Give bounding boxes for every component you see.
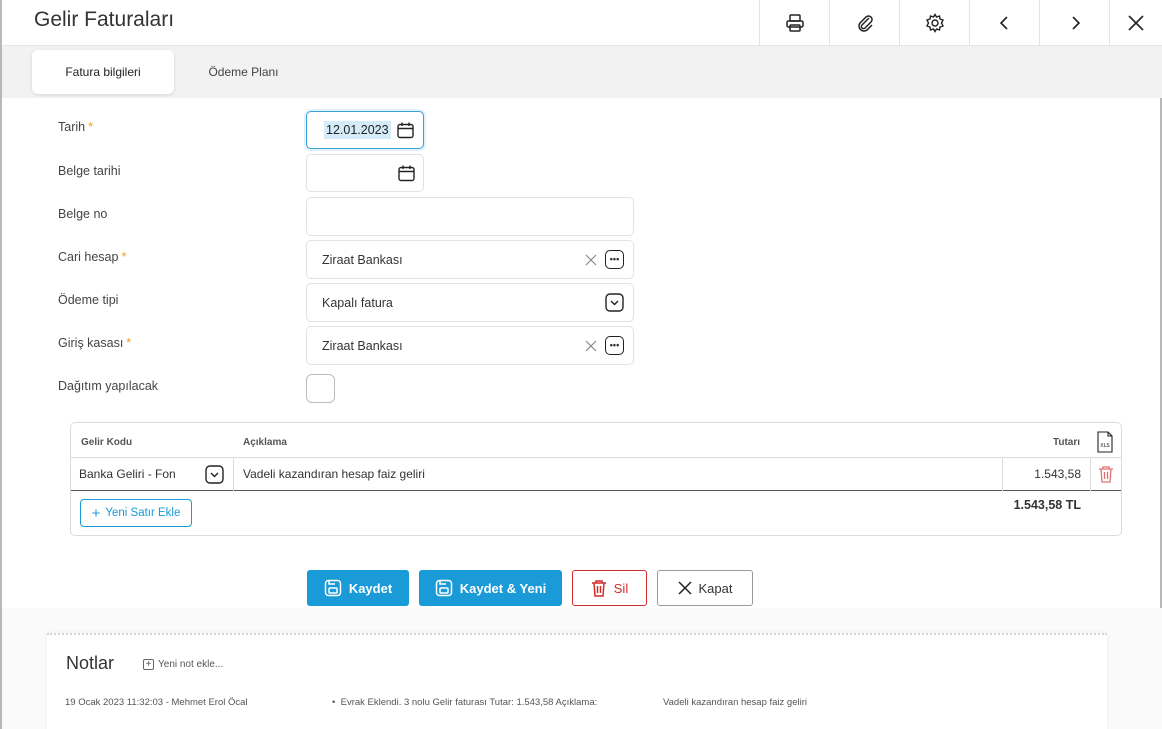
clear-icon[interactable] bbox=[585, 254, 597, 266]
plus-icon: + bbox=[91, 504, 101, 522]
tarih-date-field[interactable]: 12.01.2023 bbox=[306, 111, 424, 149]
gear-icon bbox=[925, 13, 944, 33]
note-text: • Evrak Eklendi. 3 nolu Gelir faturası T… bbox=[332, 697, 598, 708]
close-window-button[interactable] bbox=[1109, 0, 1162, 46]
belge-tarihi-label: Belge tarihi bbox=[58, 164, 121, 178]
grid-total: 1.543,58 TL bbox=[1013, 498, 1081, 512]
note-detail: Vadeli kazandıran hesap faiz geliri bbox=[663, 697, 807, 708]
settings-button[interactable] bbox=[899, 0, 969, 46]
giris-kasasi-field[interactable]: Ziraat Bankası ••• bbox=[306, 326, 634, 365]
chevron-down-icon[interactable] bbox=[605, 293, 624, 312]
row-tutari[interactable]: 1.543,58 bbox=[1011, 458, 1081, 490]
save-icon bbox=[435, 579, 453, 597]
column-header-tutari[interactable]: Tutarı bbox=[1053, 437, 1080, 448]
next-button[interactable] bbox=[1039, 0, 1109, 46]
print-button[interactable] bbox=[759, 0, 829, 46]
chevron-left-icon bbox=[999, 16, 1008, 30]
plus-box-icon: + bbox=[143, 659, 154, 670]
notes-panel: Notlar + Yeni not ekle... 19 Ocak 2023 1… bbox=[47, 633, 1107, 729]
tab-bar: Fatura bilgileri Ödeme Planı bbox=[2, 46, 1162, 98]
note-meta: 19 Ocak 2023 11:32:03 - Mehmet Erol Öcal bbox=[65, 697, 248, 708]
trash-icon[interactable] bbox=[1098, 465, 1114, 483]
cari-hesap-field[interactable]: Ziraat Bankası ••• bbox=[306, 240, 634, 279]
required-mark: * bbox=[121, 250, 127, 264]
paperclip-icon bbox=[857, 15, 873, 32]
more-options-icon[interactable]: ••• bbox=[605, 250, 624, 269]
close-icon bbox=[1128, 15, 1144, 31]
calendar-icon[interactable] bbox=[396, 121, 415, 140]
odeme-tipi-value: Kapalı fatura bbox=[322, 296, 393, 310]
dagitim-label: Dağıtım yapılacak bbox=[58, 379, 159, 393]
odeme-tipi-label: Ödeme tipi bbox=[58, 293, 119, 307]
clear-icon[interactable] bbox=[585, 340, 597, 352]
cari-hesap-label: Cari hesap * bbox=[58, 250, 127, 264]
delete-button[interactable]: Sil bbox=[572, 570, 647, 606]
required-mark: * bbox=[88, 120, 93, 134]
svg-text:XLS: XLS bbox=[1100, 443, 1109, 449]
giris-kasasi-value: Ziraat Bankası bbox=[322, 339, 403, 353]
belge-no-label: Belge no bbox=[58, 207, 108, 221]
chevron-right-icon bbox=[1071, 16, 1080, 30]
trash-icon bbox=[591, 580, 606, 597]
column-header-aciklama[interactable]: Açıklama bbox=[243, 437, 287, 448]
printer-icon bbox=[785, 14, 804, 32]
window-title: Gelir Faturaları bbox=[34, 8, 175, 31]
tab-odeme-plani[interactable]: Ödeme Planı bbox=[186, 50, 301, 94]
bullet: • bbox=[332, 697, 341, 708]
previous-button[interactable] bbox=[969, 0, 1039, 46]
required-mark: * bbox=[126, 336, 132, 350]
row-aciklama[interactable]: Vadeli kazandıran hesap faiz geliri bbox=[243, 458, 943, 490]
belge-no-field[interactable] bbox=[306, 197, 634, 236]
xls-export-icon[interactable]: XLS bbox=[1097, 431, 1113, 453]
window-frame: Gelir Faturaları Fatura bilgileri Ödeme … bbox=[0, 0, 1162, 729]
chevron-down-icon[interactable] bbox=[205, 465, 224, 484]
save-button[interactable]: Kaydet bbox=[307, 570, 409, 606]
cari-hesap-value: Ziraat Bankası bbox=[322, 253, 403, 267]
belge-tarihi-date-field[interactable] bbox=[306, 154, 424, 192]
tab-fatura-bilgileri[interactable]: Fatura bilgileri bbox=[32, 50, 174, 94]
add-note-button[interactable]: + Yeni not ekle... bbox=[143, 659, 223, 670]
income-lines-grid: Gelir Kodu Açıklama Tutarı XLS Banka Gel… bbox=[70, 422, 1122, 536]
title-bar: Gelir Faturaları bbox=[2, 0, 1162, 46]
save-icon bbox=[324, 579, 342, 597]
row-gelir-kodu[interactable]: Banka Geliri - Fon bbox=[79, 458, 204, 490]
tarih-label: Tarih * bbox=[58, 120, 93, 134]
column-header-gelir-kodu[interactable]: Gelir Kodu bbox=[81, 437, 132, 448]
save-and-new-button[interactable]: Kaydet & Yeni bbox=[419, 570, 562, 606]
giris-kasasi-label: Giriş kasası * bbox=[58, 336, 132, 350]
attach-button[interactable] bbox=[829, 0, 899, 46]
odeme-tipi-select[interactable]: Kapalı fatura bbox=[306, 283, 634, 322]
close-icon bbox=[677, 581, 692, 595]
tarih-value[interactable]: 12.01.2023 bbox=[324, 121, 391, 139]
dagitim-checkbox[interactable] bbox=[306, 374, 335, 403]
more-options-icon[interactable]: ••• bbox=[605, 336, 624, 355]
add-row-button[interactable]: + Yeni Satır Ekle bbox=[80, 499, 192, 527]
close-button[interactable]: Kapat bbox=[657, 570, 753, 606]
table-row[interactable]: Banka Geliri - Fon Vadeli kazandıran hes… bbox=[71, 457, 1121, 491]
calendar-icon[interactable] bbox=[397, 164, 416, 183]
notes-title: Notlar bbox=[66, 653, 115, 673]
